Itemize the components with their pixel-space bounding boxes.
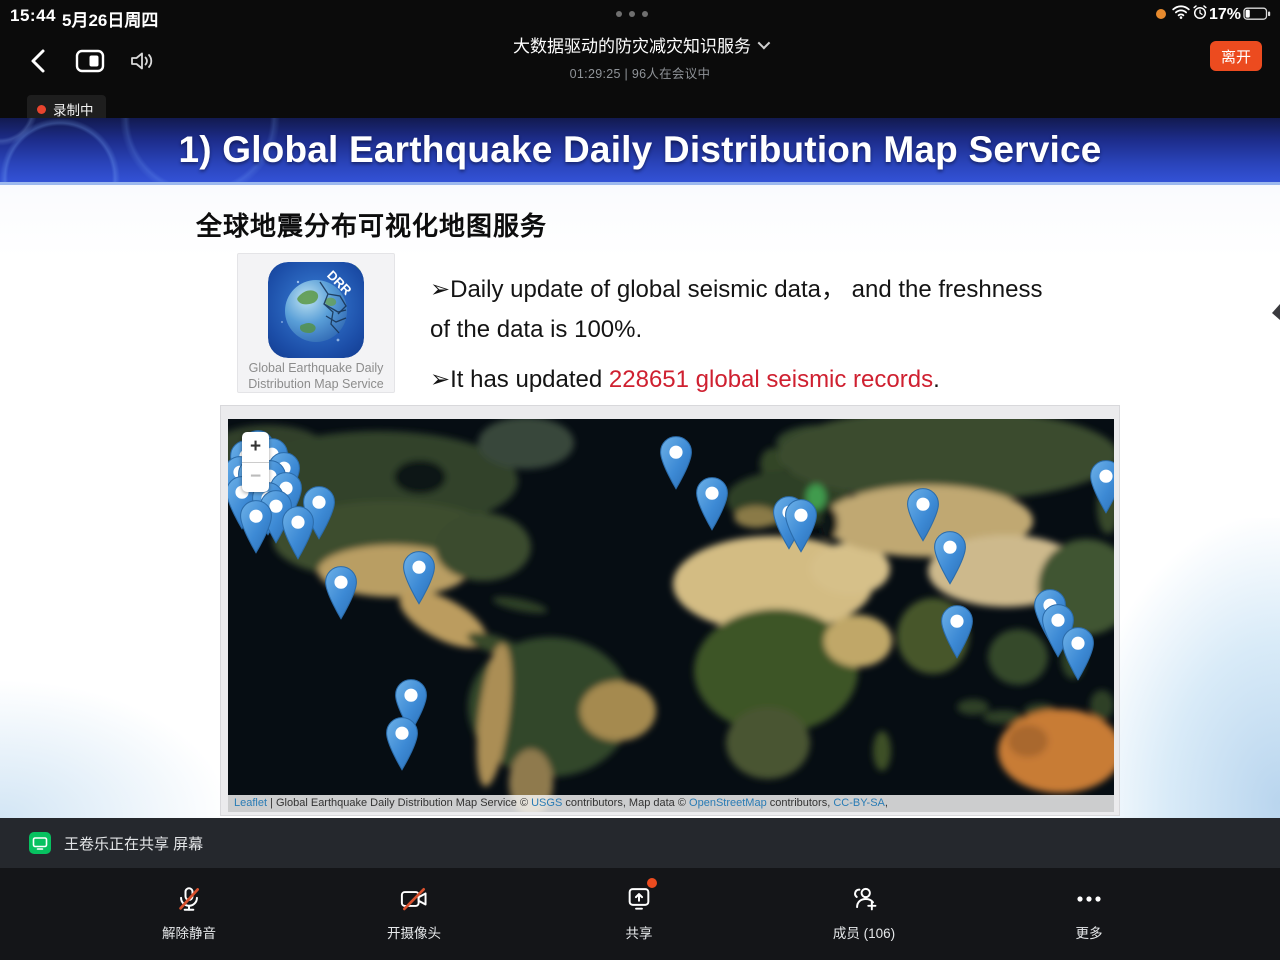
slide-title: 1) Global Earthquake Daily Distribution …	[178, 129, 1101, 171]
camera-off-icon	[399, 882, 429, 916]
map-marker-pin[interactable]	[1089, 460, 1114, 514]
recording-label: 录制中	[53, 99, 94, 119]
bullet-1-line-2: of the data is 100%.	[430, 310, 1090, 350]
share-button[interactable]: 共享	[569, 882, 709, 942]
map-frame: + − Leaflet | Global Earthquake Daily Di…	[220, 405, 1120, 816]
zoom-out-button[interactable]: −	[242, 462, 269, 493]
slide-bullets: ➢Daily update of global seismic data， an…	[430, 270, 1090, 400]
map-marker-pin[interactable]	[385, 717, 419, 771]
share-status-message: 王卷乐正在共享 屏幕	[64, 833, 203, 854]
attribution-link[interactable]: CC-BY-SA	[833, 797, 885, 809]
attribution-link[interactable]: USGS	[531, 797, 562, 809]
map-marker-pin[interactable]	[239, 500, 273, 554]
multitask-indicator-icon	[616, 11, 648, 17]
mic-in-use-indicator-icon	[1156, 9, 1166, 19]
members-button[interactable]: 成员 (106)	[794, 882, 934, 942]
shared-slide: 1) Global Earthquake Daily Distribution …	[0, 118, 1280, 818]
more-dots-icon	[1074, 882, 1104, 916]
attribution-text: contributors,	[767, 797, 834, 809]
screen-share-indicator-icon	[29, 832, 51, 854]
meeting-info: 01:29:25 | 96人在会议中	[0, 63, 1280, 82]
leave-meeting-button[interactable]: 离开	[1210, 41, 1262, 71]
unmute-label: 解除静音	[162, 922, 216, 942]
bullet-2: ➢It has updated 228651 global seismic re…	[430, 360, 1090, 400]
alarm-icon	[1192, 5, 1208, 25]
map-marker-pin[interactable]	[1061, 627, 1095, 681]
share-status-bar: 王卷乐正在共享 屏幕	[0, 818, 1280, 868]
attribution-text: | Global Earthquake Daily Distribution M…	[267, 797, 531, 809]
clock-date: 5月26日周四	[62, 6, 158, 31]
attribution-text: ,	[885, 797, 888, 809]
drr-app-icon: DRR	[268, 262, 364, 358]
map-marker-pin[interactable]	[324, 566, 358, 620]
slide-subtitle-cn: 全球地震分布可视化地图服务	[196, 206, 547, 243]
attribution-text: contributors, Map data ©	[562, 797, 689, 809]
map-markers	[228, 419, 1114, 812]
map-marker-pin[interactable]	[784, 499, 818, 553]
meeting-header: 大数据驱动的防灾减灾知识服务 01:29:25 | 96人在会议中 离开	[0, 30, 1280, 92]
attribution-link[interactable]: OpenStreetMap	[689, 797, 767, 809]
unmute-button[interactable]: 解除静音	[119, 882, 259, 942]
map-marker-pin[interactable]	[281, 506, 315, 560]
status-bar: 15:44 5月26日周四 17%	[0, 0, 1280, 30]
map-marker-pin[interactable]	[695, 477, 729, 531]
bullet-1-line-1: ➢Daily update of global seismic data， an…	[430, 270, 1090, 310]
camera-on-button[interactable]: 开摄像头	[344, 882, 484, 942]
leaflet-map[interactable]: + − Leaflet | Global Earthquake Daily Di…	[228, 419, 1114, 812]
meeting-app-screen: 15:44 5月26日周四 17% 大数据驱动的防灾减灾知识服务 01:29:2…	[0, 0, 1280, 960]
map-marker-pin[interactable]	[940, 605, 974, 659]
slide-decor-clouds-left	[0, 668, 250, 818]
map-marker-pin[interactable]	[659, 436, 693, 490]
app-caption-line1: Global Earthquake Daily	[238, 360, 394, 376]
wifi-icon	[1172, 5, 1190, 24]
meeting-title[interactable]: 大数据驱动的防灾减灾知识服务	[513, 32, 767, 57]
clock-time: 15:44	[10, 6, 56, 26]
highlighted-record-count: 228651 global seismic records	[609, 366, 933, 393]
share-label: 共享	[626, 922, 653, 942]
members-label: 成员 (106)	[833, 922, 895, 942]
more-label: 更多	[1076, 922, 1103, 942]
battery-percent: 17%	[1209, 6, 1241, 24]
battery-icon	[1243, 7, 1271, 26]
share-notification-dot	[647, 878, 657, 888]
camera-label: 开摄像头	[387, 922, 441, 942]
map-attribution: Leaflet | Global Earthquake Daily Distri…	[228, 795, 1114, 812]
members-icon	[849, 882, 879, 916]
map-zoom-control: + −	[242, 432, 269, 492]
slide-title-banner: 1) Global Earthquake Daily Distribution …	[0, 118, 1280, 185]
attribution-link[interactable]: Leaflet	[234, 797, 267, 809]
chevron-down-icon	[758, 37, 771, 50]
bottom-toolbar: 解除静音 开摄像头 共享 成员 (106) 更多	[0, 868, 1280, 960]
app-card: DRR Global Earthquake Daily Distribution…	[237, 253, 395, 393]
recording-dot-icon	[37, 105, 46, 114]
map-marker-pin[interactable]	[933, 531, 967, 585]
app-caption-line2: Distribution Map Service	[238, 376, 394, 392]
more-button[interactable]: 更多	[1019, 882, 1159, 942]
zoom-in-button[interactable]: +	[242, 432, 269, 462]
mouse-cursor-icon	[1272, 304, 1280, 325]
map-marker-pin[interactable]	[402, 551, 436, 605]
mic-muted-icon	[175, 882, 203, 916]
share-screen-icon	[625, 882, 653, 916]
